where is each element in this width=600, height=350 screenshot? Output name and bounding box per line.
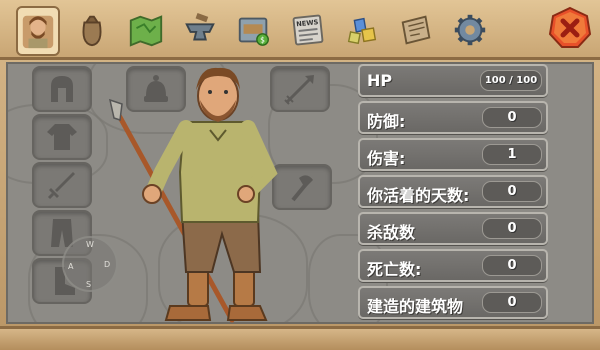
tab-gems[interactable] [340,8,384,52]
stat-deaths-value: 0 [482,255,542,276]
stat-days: 你活着的天数: 0 [358,175,548,208]
stat-damage-value: 1 [482,144,542,165]
joystick-a: A [68,262,74,271]
stat-hp: HP 100 / 100 [358,64,548,97]
movement-joystick[interactable]: W A D S [62,236,118,292]
close-button[interactable] [548,6,592,50]
shop-icon: $ [238,17,269,46]
anvil-icon [185,13,215,41]
stat-deaths-label: 死亡数: [367,260,422,279]
tab-news[interactable]: NEWS [286,8,330,52]
journal-icon [401,15,431,45]
tab-map[interactable] [124,8,168,52]
helmet-slot[interactable] [32,66,92,112]
stat-days-value: 0 [482,181,542,202]
tab-shop[interactable]: $ [232,8,276,52]
stat-defense: 防御: 0 [358,101,548,134]
tab-crafting[interactable] [178,8,222,52]
helmet-icon [51,76,73,102]
weapon-slot[interactable] [32,162,92,208]
joystick-s: S [86,280,92,289]
stat-buildings-label: 建造的建筑物 [367,297,464,316]
stat-kills-value: 0 [482,218,542,239]
svg-text:$: $ [260,35,265,44]
stat-defense-value: 0 [482,107,542,128]
chest-slot[interactable] [32,114,92,160]
bottom-frame [0,326,600,350]
stat-days-label: 你活着的天数: [367,186,470,205]
stat-kills-label: 杀敌数 [367,223,416,242]
sack-icon [82,15,102,47]
map-icon [129,15,163,47]
gems-icon [347,17,377,45]
stat-buildings: 建造的建筑物 0 [358,286,548,319]
stat-damage-label: 伤害: [367,149,406,168]
tab-journal[interactable] [394,8,438,52]
newspaper-icon: NEWS [292,14,324,46]
close-icon [548,6,592,48]
joystick-d: D [104,260,111,269]
character-portrait-icon [22,15,54,49]
stat-deaths: 死亡数: 0 [358,249,548,282]
character-figure [108,67,278,323]
stat-defense-label: 防御: [367,112,406,131]
sword-icon [47,172,75,200]
tab-character[interactable] [16,6,60,56]
tab-bar: $ NEWS [0,0,600,60]
stat-buildings-value: 0 [482,292,542,313]
tab-settings[interactable] [448,8,492,52]
joystick-w: W [86,240,94,249]
stat-hp-value: 100 / 100 [480,70,542,91]
shirt-icon [47,124,77,150]
tab-inventory[interactable] [70,8,114,52]
stat-kills: 杀敌数 0 [358,212,548,245]
stat-damage: 伤害: 1 [358,138,548,171]
gear-icon [454,14,486,46]
stat-hp-label: HP [367,71,393,90]
